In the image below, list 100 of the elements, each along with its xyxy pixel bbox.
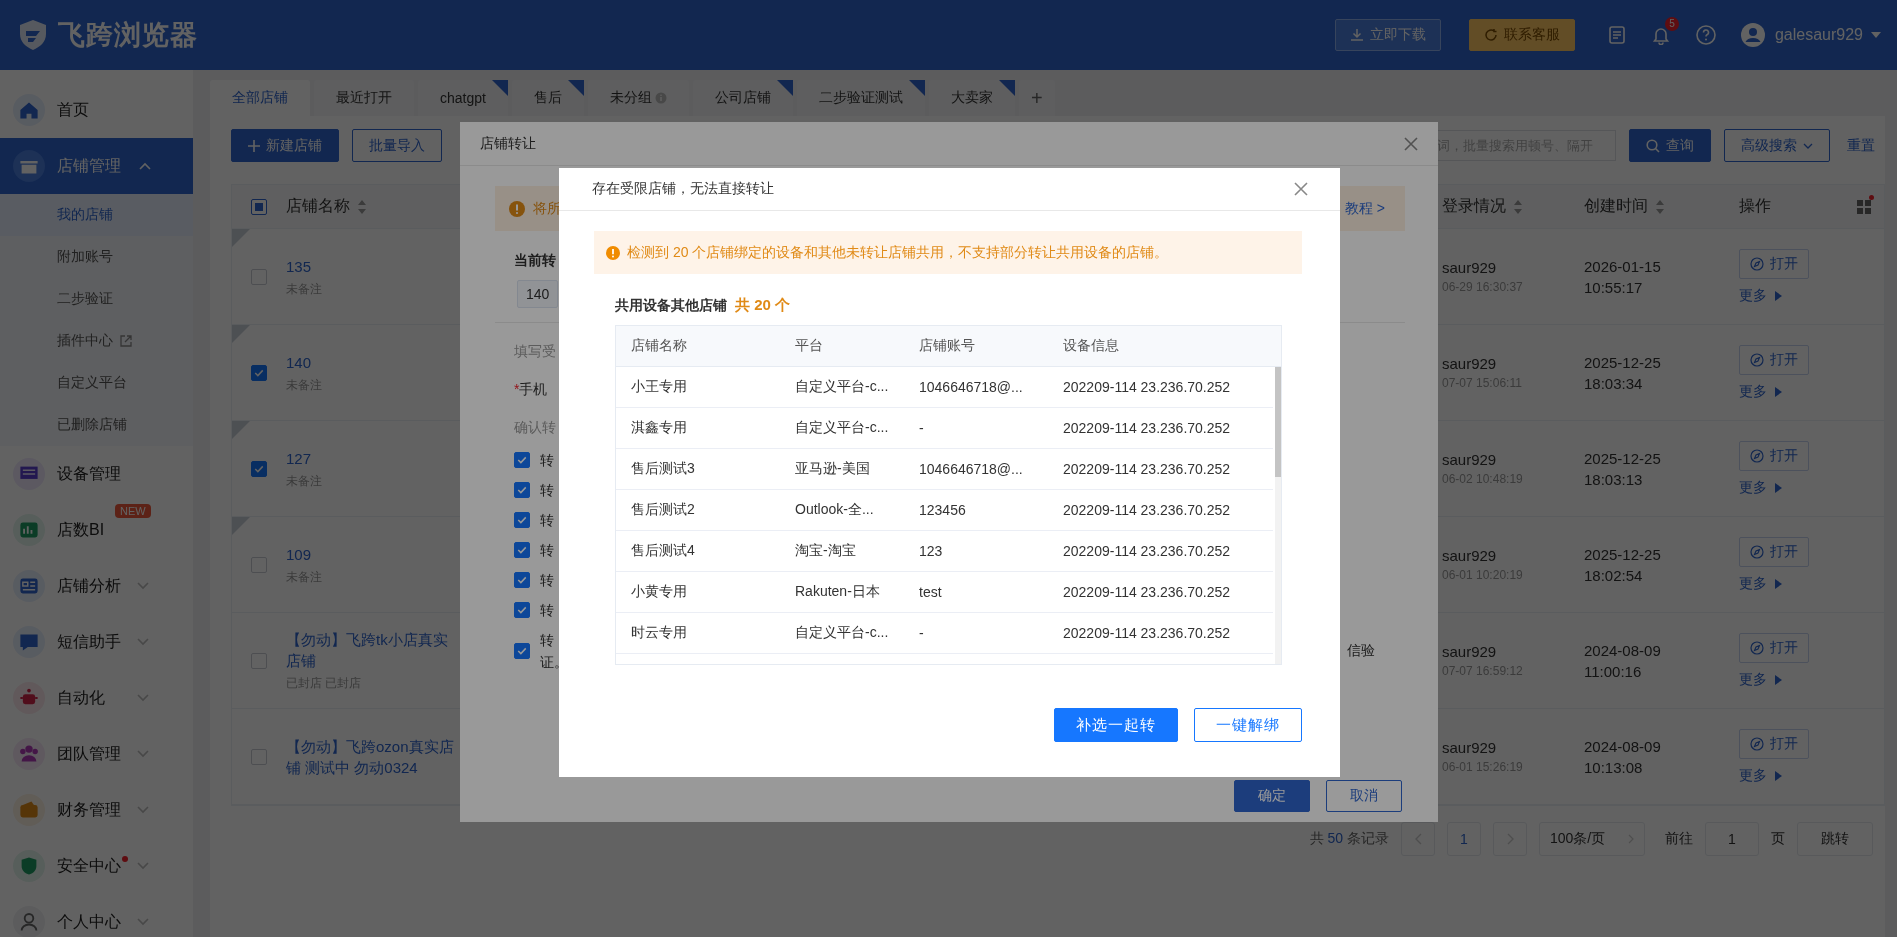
jump-button[interactable]: 跳转 <box>1797 822 1873 856</box>
sort-icon[interactable] <box>1656 199 1664 214</box>
more-link[interactable]: 更多 <box>1739 478 1782 497</box>
unbind-all-button[interactable]: 一键解绑 <box>1194 708 1302 742</box>
avatar-icon[interactable] <box>1740 23 1765 47</box>
sidebar-subitem[interactable]: 自定义平台 <box>0 362 193 404</box>
sidebar-item[interactable]: 短信助手 <box>0 614 193 670</box>
open-button[interactable]: 打开 <box>1739 344 1809 375</box>
scrollbar-thumb[interactable] <box>1275 367 1281 477</box>
store-icon <box>13 150 45 182</box>
checkbox[interactable] <box>514 482 530 498</box>
caret-right-icon <box>1775 770 1782 781</box>
compass-icon <box>1750 640 1764 655</box>
select-and-transfer-button[interactable]: 补选一起转 <box>1054 708 1178 742</box>
open-button[interactable]: 打开 <box>1739 536 1809 567</box>
checkmark-icon <box>516 484 528 496</box>
sidebar-item[interactable]: 店铺分析 <box>0 558 193 614</box>
tutorial-link[interactable]: 教程 > <box>1344 199 1385 218</box>
section-label: 填写受 <box>514 343 556 361</box>
page-number[interactable]: 1 <box>1447 822 1481 856</box>
caret-right-icon <box>1775 578 1782 589</box>
more-link[interactable]: 更多 <box>1739 766 1782 785</box>
tab[interactable]: 全部店铺 <box>210 80 310 116</box>
more-link[interactable]: 更多 <box>1739 670 1782 689</box>
store-name-link[interactable]: 109 <box>286 543 461 565</box>
checkbox[interactable] <box>514 452 530 468</box>
select-all-checkbox[interactable] <box>251 198 267 215</box>
reset-link[interactable]: 重置 <box>1847 136 1875 155</box>
alert-dot <box>1869 195 1874 200</box>
table-cell: Outlook-全... <box>795 501 874 519</box>
row-checkbox[interactable] <box>251 460 267 477</box>
field-label: *手机 <box>514 381 548 399</box>
download-button[interactable]: 立即下载 <box>1334 19 1441 51</box>
checkbox[interactable] <box>514 643 530 659</box>
checkbox[interactable] <box>514 572 530 588</box>
column-settings-icon[interactable] <box>1856 198 1872 215</box>
caret-down-icon[interactable] <box>1871 32 1881 38</box>
table-cell: Rakuten-日本 <box>795 583 880 601</box>
column-header: 设备信息 <box>1063 337 1119 355</box>
help-icon[interactable] <box>1694 24 1717 46</box>
close-icon[interactable] <box>1294 182 1308 196</box>
store-name-link[interactable]: 127 <box>286 447 461 469</box>
row-checkbox[interactable] <box>251 364 267 381</box>
checkmark-icon <box>516 574 528 586</box>
caret-right-icon <box>1775 386 1782 397</box>
sidebar-item[interactable]: 自动化 <box>0 670 193 726</box>
cancel-button[interactable]: 取消 <box>1326 780 1402 812</box>
sidebar-item[interactable]: 安全中心 <box>0 838 193 894</box>
option-label: 转 <box>540 481 554 500</box>
open-button[interactable]: 打开 <box>1739 728 1809 759</box>
sidebar-item[interactable]: 财务管理 <box>0 782 193 838</box>
more-link[interactable]: 更多 <box>1739 382 1782 401</box>
sidebar-subitem[interactable]: 插件中心 <box>0 320 193 362</box>
new-store-button[interactable]: 新建店铺 <box>231 129 339 162</box>
page-size-select[interactable]: 100条/页 <box>1539 822 1645 856</box>
sidebar-subitem[interactable]: 附加账号 <box>0 236 193 278</box>
batch-import-button[interactable]: 批量导入 <box>352 129 442 162</box>
sidebar-item[interactable]: 店铺管理 <box>0 138 193 194</box>
sidebar-item[interactable]: 团队管理 <box>0 726 193 782</box>
sidebar-item[interactable]: 店数BI NEW <box>0 502 193 558</box>
checkbox[interactable] <box>514 602 530 618</box>
open-button[interactable]: 打开 <box>1739 632 1809 663</box>
sort-icon[interactable] <box>1514 199 1522 214</box>
advanced-search-button[interactable]: 高级搜索 <box>1724 129 1830 162</box>
sort-icon[interactable] <box>358 199 366 214</box>
table-cell: 202209-114 23.236.70.252 <box>1063 625 1231 641</box>
store-name-link[interactable]: 【勿动】飞跨tk小店真实店铺 <box>286 629 461 671</box>
compass-icon <box>1750 544 1764 559</box>
table-cell: 202209-114 23.236.70.252 <box>1063 584 1231 600</box>
sidebar-subitem[interactable]: 我的店铺 <box>0 194 193 236</box>
sidebar-subitem[interactable]: 已删除店铺 <box>0 404 193 446</box>
confirm-button[interactable]: 确定 <box>1234 780 1310 812</box>
page-input[interactable]: 1 <box>1705 822 1759 856</box>
store-name-link[interactable]: 【勿动】飞跨ozon真实店铺 测试中 勿动0324 <box>286 735 461 778</box>
chevron-down-icon <box>137 750 149 758</box>
table-cell: 202209-114 23.236.70.252 <box>1063 420 1231 436</box>
more-link[interactable]: 更多 <box>1739 286 1782 305</box>
open-button[interactable]: 打开 <box>1739 248 1809 279</box>
store-name-link[interactable]: 140 <box>286 351 461 373</box>
sidebar-item[interactable]: 首页 <box>0 82 193 138</box>
dashboard-icon <box>13 570 45 602</box>
checkbox[interactable] <box>514 512 530 528</box>
option-label: 转 <box>540 511 554 530</box>
warning-text: 检测到 20 个店铺绑定的设备和其他未转让店铺共用，不支持部分转让共用设备的店铺。 <box>627 243 1169 262</box>
created-date: 2024-08-09 <box>1584 641 1662 659</box>
sidebar-item[interactable]: 设备管理 <box>0 446 193 502</box>
bell-icon[interactable] <box>1650 25 1671 45</box>
document-icon[interactable] <box>1606 25 1627 45</box>
option-label: 转 <box>540 571 554 590</box>
close-icon[interactable] <box>1404 136 1418 151</box>
username[interactable]: galesaur929 <box>1774 26 1863 44</box>
more-link[interactable]: 更多 <box>1739 574 1782 593</box>
shield-icon <box>13 850 45 882</box>
store-name-link[interactable]: 135 <box>286 255 461 277</box>
corner-tag-icon <box>776 80 793 96</box>
column-header: 登录情况 <box>1442 196 1506 216</box>
checkbox[interactable] <box>514 542 530 558</box>
open-button[interactable]: 打开 <box>1739 440 1809 471</box>
query-button[interactable]: 查询 <box>1629 129 1711 162</box>
sidebar-item[interactable]: 个人中心 <box>0 894 193 937</box>
